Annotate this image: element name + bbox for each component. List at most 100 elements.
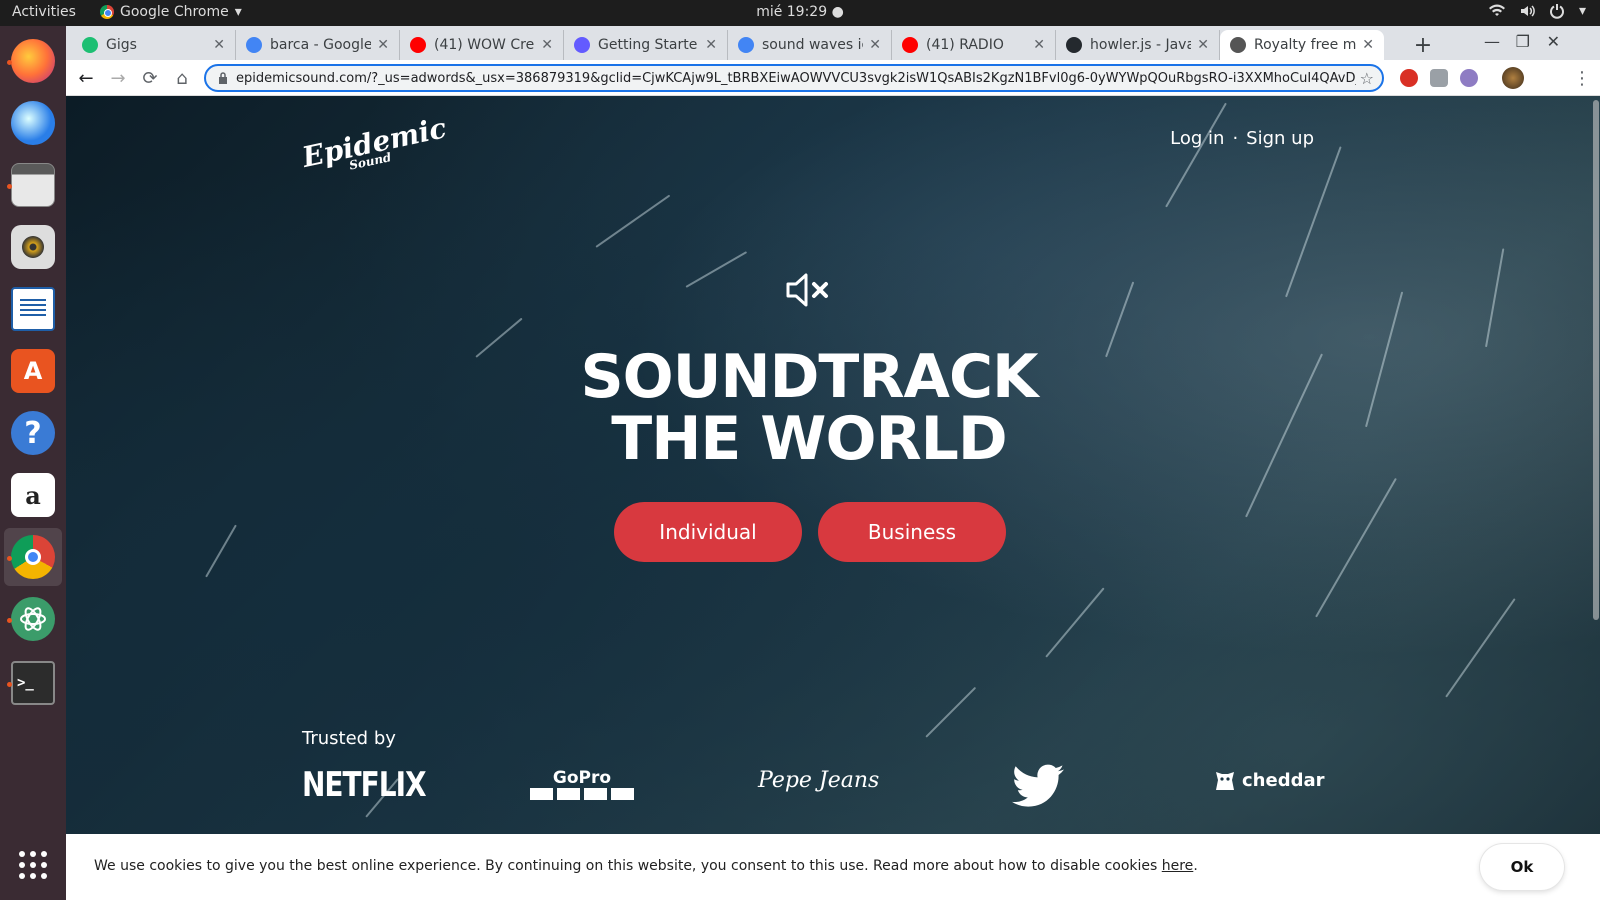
youtube-icon — [410, 37, 426, 53]
forward-button[interactable]: → — [106, 66, 130, 90]
mute-icon[interactable] — [784, 270, 834, 310]
home-button[interactable]: ⌂ — [170, 66, 194, 90]
water-streak — [685, 251, 748, 288]
dock-files[interactable] — [4, 156, 62, 214]
tab-4[interactable]: Getting Starte ✕ — [564, 30, 728, 60]
show-applications-button[interactable] — [4, 836, 62, 894]
dock-atom[interactable] — [4, 590, 62, 648]
files-icon — [11, 163, 55, 207]
atom-icon — [11, 597, 55, 641]
epidemic-sound-page: Epidemic Sound Log in · Sign up SOUNDTRA… — [66, 96, 1600, 900]
dock-rhythmbox[interactable] — [4, 218, 62, 276]
software-center-icon: A — [11, 349, 55, 393]
help-icon: ? — [11, 411, 55, 455]
tab-7[interactable]: howler.js - Java ✕ — [1056, 30, 1220, 60]
scrollbar-thumb[interactable] — [1593, 100, 1599, 620]
tab-close-icon[interactable]: ✕ — [1033, 37, 1045, 53]
tab-6[interactable]: (41) RADIO ✕ — [892, 30, 1056, 60]
gopro-logo: GoPro — [530, 768, 634, 806]
twitter-logo — [1012, 764, 1064, 812]
water-streak — [1285, 146, 1342, 298]
running-indicator — [7, 60, 12, 65]
tab-close-icon[interactable]: ✕ — [541, 37, 553, 53]
cookie-banner: We use cookies to give you the best onli… — [66, 834, 1600, 900]
dock-thunderbird[interactable] — [4, 94, 62, 152]
tab-1[interactable]: Gigs ✕ — [72, 30, 236, 60]
tab-title: Gigs — [106, 37, 137, 53]
cookie-here-link[interactable]: here — [1162, 858, 1194, 874]
chrome-menu-button[interactable]: ⋮ — [1570, 66, 1594, 90]
cookie-ok-button[interactable]: Ok — [1480, 844, 1564, 890]
water-streak — [595, 194, 671, 248]
url-input[interactable] — [236, 70, 1356, 86]
tab-8[interactable]: Royalty free mu ✕ — [1220, 30, 1384, 60]
chrome-icon — [11, 535, 55, 579]
tab-close-icon[interactable]: ✕ — [213, 37, 225, 53]
extension-camera-icon[interactable] — [1430, 69, 1448, 87]
cookie-period: . — [1193, 858, 1198, 874]
youtube-icon — [902, 37, 918, 53]
address-bar[interactable]: ☆ — [204, 64, 1384, 92]
grid-icon — [19, 851, 47, 879]
system-top-bar: Activities Google Chrome ▾ mié 19:29 ● ▾ — [0, 0, 1600, 26]
water-streak — [1045, 587, 1105, 658]
hero-headline: SOUNDTRACK THE WORLD — [66, 346, 1552, 470]
amazon-icon: a — [11, 473, 55, 517]
tab-close-icon[interactable]: ✕ — [1197, 37, 1209, 53]
close-window-button[interactable]: ✕ — [1547, 32, 1560, 51]
tab-3[interactable]: (41) WOW Crea ✕ — [400, 30, 564, 60]
running-indicator — [7, 682, 12, 687]
pepe-jeans-logo: Pepe Jeans — [758, 768, 880, 793]
dock-firefox[interactable] — [4, 32, 62, 90]
back-button[interactable]: ← — [74, 66, 98, 90]
maximize-button[interactable]: ❐ — [1516, 32, 1530, 51]
rhythmbox-icon — [11, 225, 55, 269]
browser-toolbar: ← → ⟳ ⌂ ☆ ⋮ — [66, 60, 1600, 96]
epidemic-sound-logo[interactable]: Epidemic Sound — [299, 111, 451, 182]
dock-software[interactable]: A — [4, 342, 62, 400]
dock-writer[interactable] — [4, 280, 62, 338]
power-icon — [1549, 4, 1564, 19]
login-link[interactable]: Log in — [1170, 128, 1224, 149]
tab-5[interactable]: sound waves ic ✕ — [728, 30, 892, 60]
running-indicator — [7, 556, 12, 561]
page-scrollbar[interactable] — [1590, 96, 1600, 626]
bookmark-star-icon[interactable]: ☆ — [1360, 69, 1374, 88]
cheddar-mascot-icon — [1216, 772, 1234, 790]
water-streak — [925, 686, 977, 738]
reload-button[interactable]: ⟳ — [138, 66, 162, 90]
extension-icon[interactable] — [1460, 69, 1478, 87]
running-indicator — [7, 184, 12, 189]
minimize-button[interactable]: — — [1484, 32, 1500, 51]
volume-icon — [1520, 5, 1535, 17]
clock[interactable]: mié 19:29 ● — [756, 4, 844, 20]
activities-button[interactable]: Activities — [12, 4, 76, 20]
tab-2[interactable]: barca - Google S ✕ — [236, 30, 400, 60]
signup-link[interactable]: Sign up — [1246, 128, 1314, 149]
chrome-icon — [100, 5, 114, 19]
trusted-by-label: Trusted by — [302, 728, 396, 749]
cheddar-logo: cheddar — [1214, 768, 1325, 792]
system-tray[interactable]: ▾ — [1488, 3, 1586, 19]
lock-icon — [219, 72, 227, 84]
writer-icon — [11, 287, 55, 331]
profile-avatar[interactable] — [1502, 67, 1524, 89]
tab-close-icon[interactable]: ✕ — [377, 37, 389, 53]
tab-close-icon[interactable]: ✕ — [1362, 37, 1374, 53]
dock-amazon[interactable]: a — [4, 466, 62, 524]
thunderbird-icon — [11, 101, 55, 145]
extension-adblock-icon[interactable] — [1400, 69, 1418, 87]
tab-close-icon[interactable]: ✕ — [869, 37, 881, 53]
individual-button[interactable]: Individual — [614, 502, 802, 562]
business-button[interactable]: Business — [818, 502, 1006, 562]
new-tab-button[interactable]: + — [1410, 32, 1436, 58]
dock-terminal[interactable]: >_ — [4, 654, 62, 712]
dock-help[interactable]: ? — [4, 404, 62, 462]
app-menu[interactable]: Google Chrome ▾ — [100, 4, 242, 20]
cheddar-logo-text: cheddar — [1242, 769, 1325, 791]
separator: · — [1232, 128, 1239, 149]
dock-chrome[interactable] — [4, 528, 62, 586]
github-icon — [1066, 37, 1082, 53]
fiverr-icon — [82, 37, 98, 53]
tab-close-icon[interactable]: ✕ — [705, 37, 717, 53]
